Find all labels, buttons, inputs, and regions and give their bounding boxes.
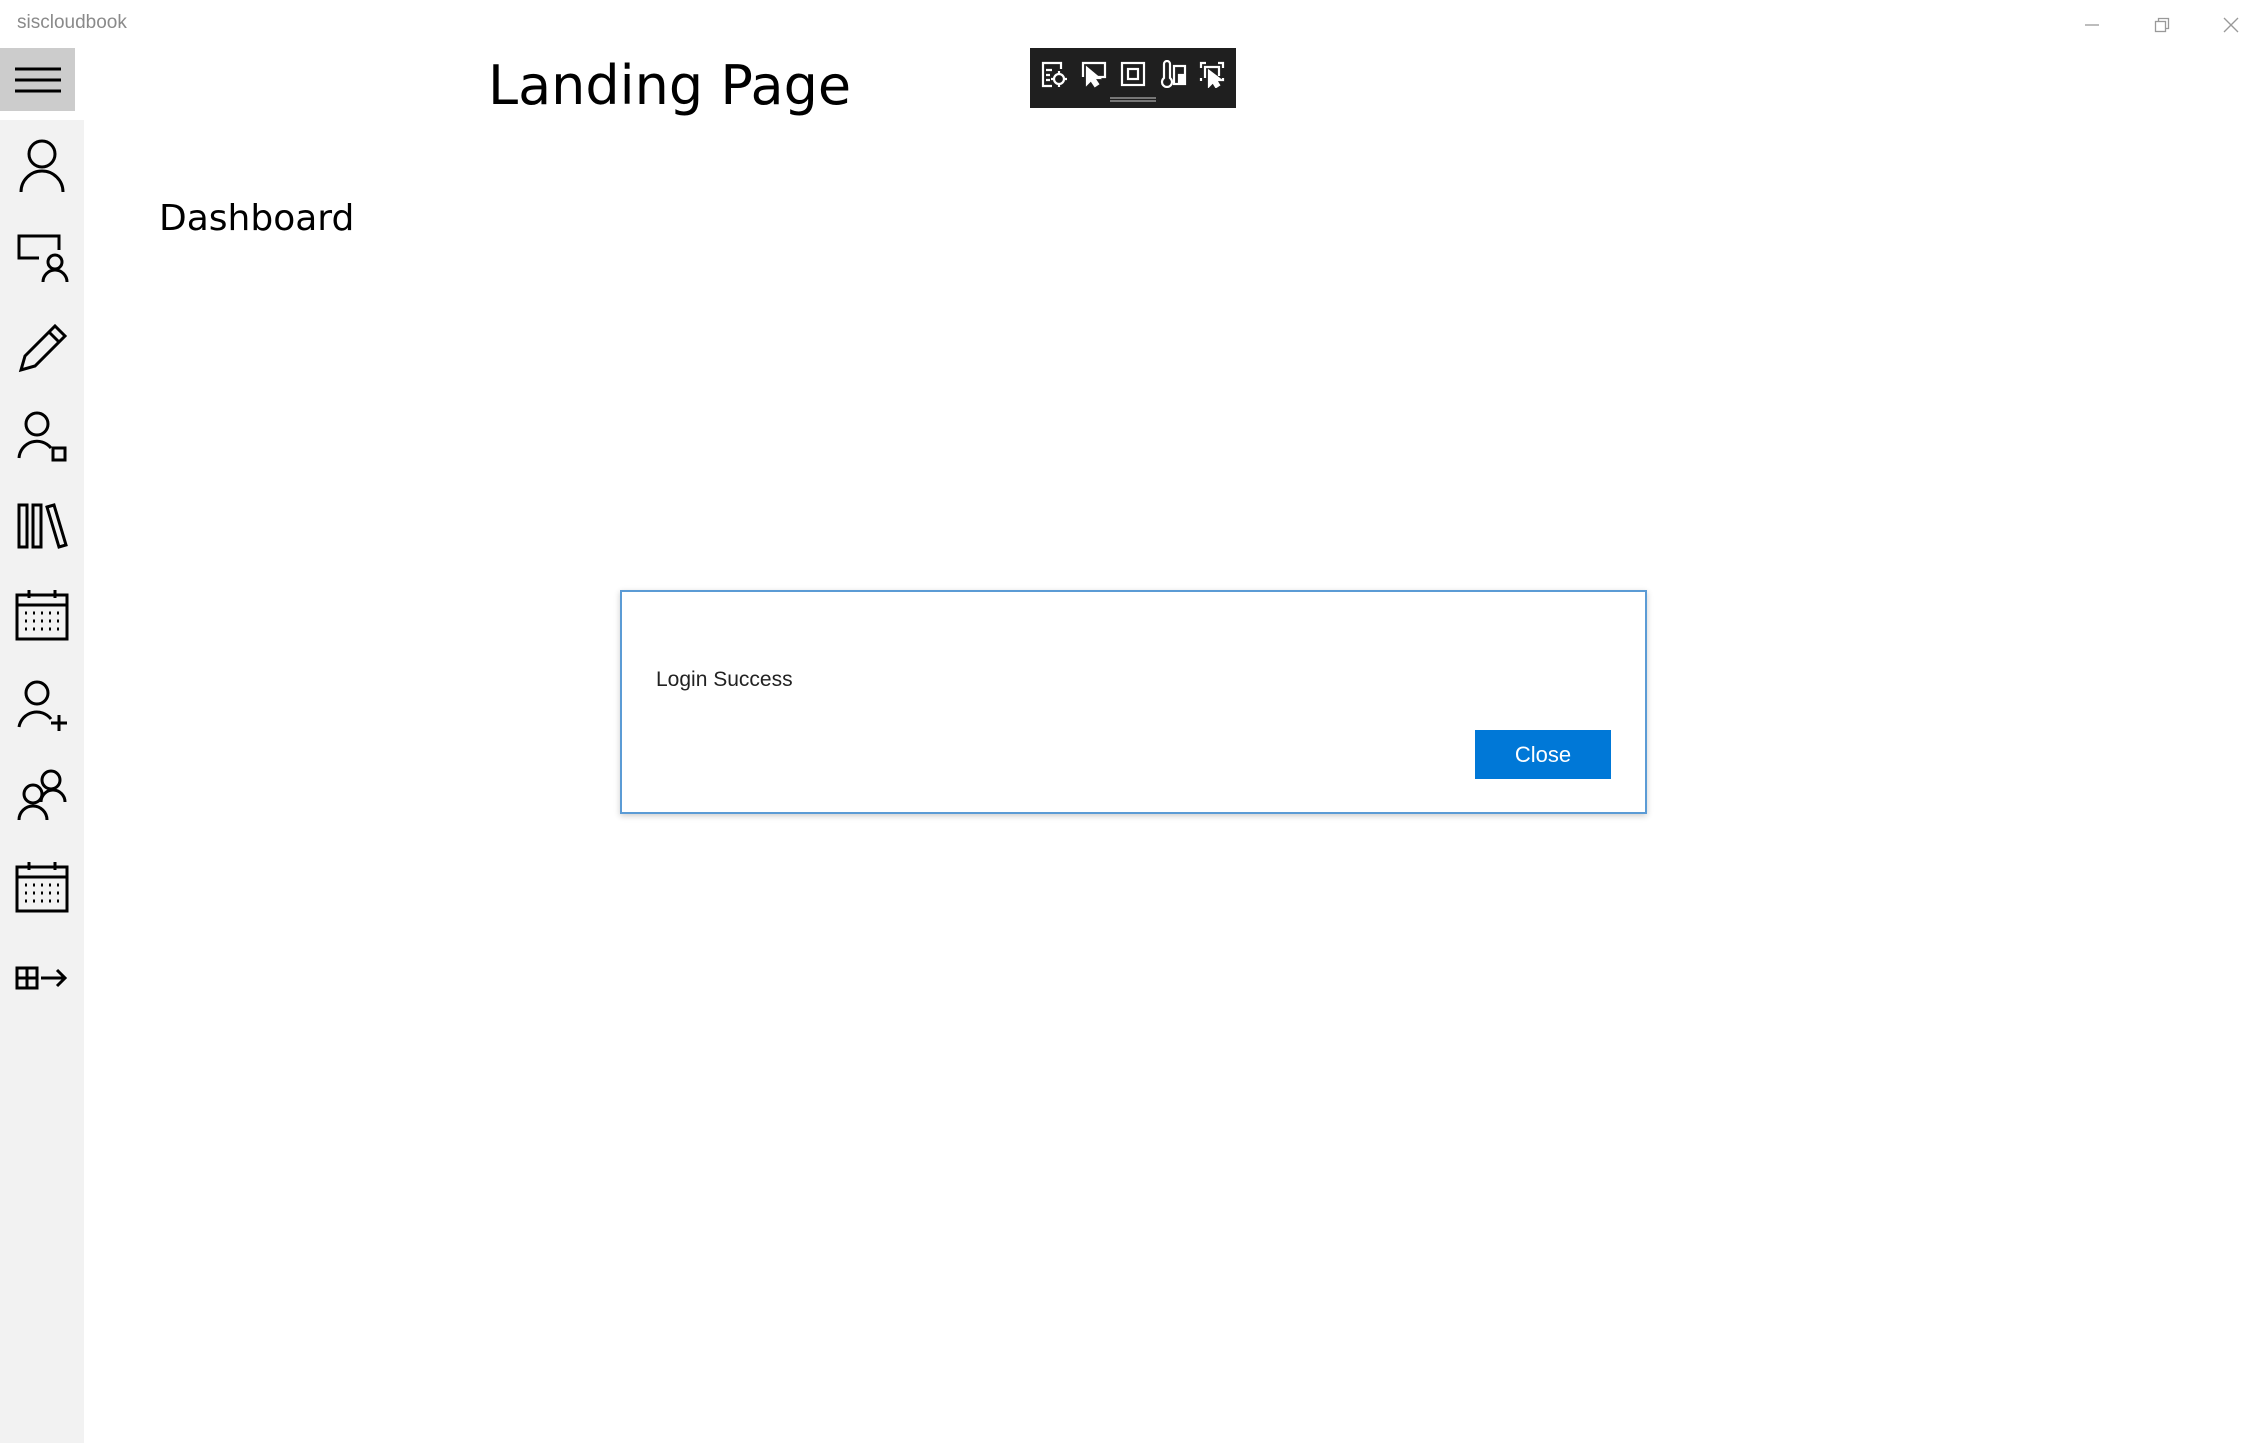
minimize-button[interactable] [2067, 6, 2117, 44]
close-window-button[interactable] [2206, 6, 2256, 44]
track-focus-button[interactable] [1157, 58, 1189, 90]
page-title: Landing Page [488, 54, 852, 117]
nav-schedule[interactable] [0, 846, 84, 930]
restore-icon [2154, 17, 2170, 33]
preview-selection-button[interactable] [1196, 58, 1228, 90]
close-icon [2223, 17, 2239, 33]
nav-people[interactable] [0, 753, 84, 837]
minimize-icon [2085, 24, 2099, 26]
track-focus-icon [1160, 60, 1186, 88]
nav-profile[interactable] [0, 123, 84, 207]
sidebar [0, 120, 84, 1443]
people-icon [17, 769, 67, 821]
nav-sign-out[interactable] [0, 935, 84, 1019]
nav-edit[interactable] [0, 305, 84, 389]
app-title: siscloudbook [17, 12, 127, 33]
library-icon [17, 503, 68, 549]
restore-button[interactable] [2137, 6, 2187, 44]
preview-selection-icon [1200, 61, 1225, 88]
add-person-icon [17, 680, 67, 731]
select-element-button[interactable] [1078, 58, 1110, 90]
display-layout-adorners-icon [1120, 61, 1146, 87]
nav-library[interactable] [0, 484, 84, 568]
contact-icon [17, 411, 67, 462]
dialog-message: Login Success [656, 668, 793, 691]
presenter-icon [17, 234, 69, 283]
select-element-icon [1082, 61, 1107, 88]
close-button[interactable]: Close [1475, 730, 1611, 779]
nav-add-person[interactable] [0, 664, 84, 748]
calendar-icon [15, 862, 69, 913]
pencil-icon [18, 323, 68, 373]
section-title: Dashboard [159, 198, 355, 239]
layout-adorners-button[interactable] [1117, 58, 1149, 90]
calendar-icon [15, 590, 69, 641]
message-dialog: Login Success Close [620, 590, 1647, 814]
apps-arrow-icon [15, 966, 68, 990]
hamburger-icon [14, 67, 61, 92]
live-visual-tree-button[interactable] [1038, 58, 1070, 90]
nav-contact[interactable] [0, 395, 84, 479]
nav-presenter[interactable] [0, 215, 84, 299]
live-visual-tree-icon [1041, 61, 1067, 88]
nav-calendar[interactable] [0, 574, 84, 658]
toolbar-drag-handle[interactable] [1110, 97, 1156, 102]
person-icon [19, 139, 65, 193]
debug-toolbar [1030, 48, 1236, 108]
hamburger-menu-button[interactable] [0, 48, 75, 111]
